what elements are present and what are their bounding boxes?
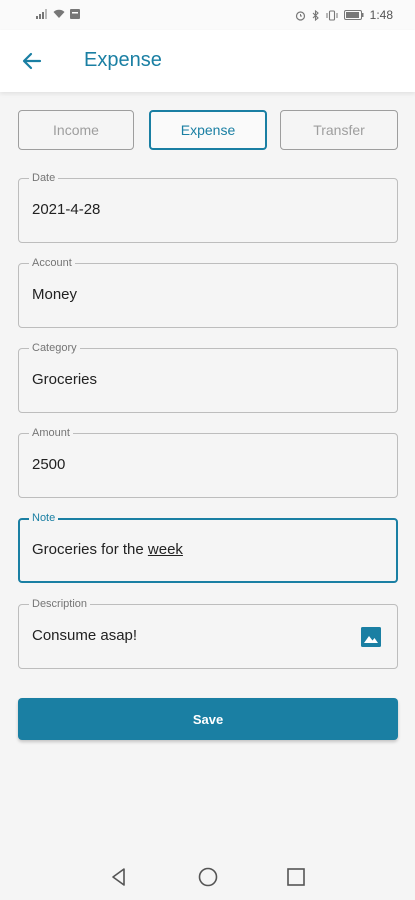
type-tabs: Income Expense Transfer [18,110,398,152]
description-field[interactable]: Description Consume asap! [18,598,398,669]
status-right: 1:48 [295,8,393,22]
amount-field[interactable]: Amount 2500 [18,427,398,498]
nav-home-icon[interactable] [197,866,219,888]
date-label: Date [29,172,59,184]
status-bar: 1:48 [0,0,415,30]
note-value-text: Groceries for the [32,541,148,558]
vibrate-icon [326,9,338,21]
account-value: Money [32,286,78,303]
signal-icon [36,9,47,19]
note-field[interactable]: Note Groceries for the week [18,512,398,583]
nav-recents-icon[interactable] [285,866,307,888]
tab-expense[interactable]: Expense [149,110,267,150]
bluetooth-icon [312,9,319,21]
amount-label: Amount [29,427,73,439]
amount-value: 2500 [32,456,66,473]
status-left [36,9,80,19]
back-arrow-icon [22,52,42,70]
note-value-underlined: week [147,541,183,558]
account-label: Account [29,257,75,269]
note-value: Groceries for the week [32,541,183,558]
note-label: Note [29,512,59,524]
page-title: Expense [84,49,162,71]
description-value: Consume asap! [32,627,138,644]
category-label: Category [29,342,80,354]
description-label: Description [29,598,91,610]
category-field[interactable]: Category Groceries [18,342,398,413]
tab-transfer[interactable]: Transfer [280,110,398,150]
alarm-icon [295,10,305,21]
save-button[interactable]: Save [18,698,398,740]
category-value: Groceries [32,371,98,388]
tab-income[interactable]: Income [18,110,134,150]
system-nav-bar [0,852,415,900]
image-icon[interactable] [361,627,381,647]
nav-back-icon[interactable] [108,866,130,888]
wifi-icon [53,9,65,18]
date-value: 2021-4-28 [32,201,101,218]
back-button[interactable] [14,43,50,79]
notification-icon [70,9,80,19]
account-field[interactable]: Account Money [18,257,398,328]
battery-icon [343,10,364,20]
status-time: 1:48 [369,8,393,22]
date-field[interactable]: Date 2021-4-28 [18,172,398,243]
app-bar: Expense [0,30,415,92]
